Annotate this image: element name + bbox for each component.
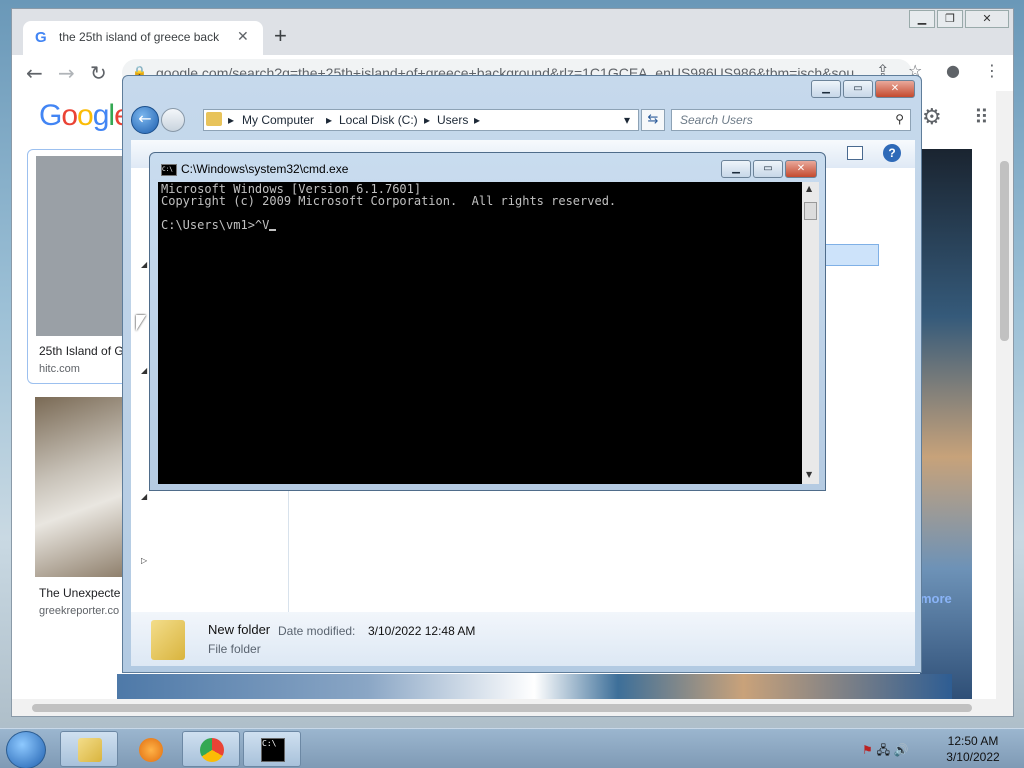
details-name: New folder (208, 622, 271, 637)
cmd-window: C:\ C:\Windows\system32\cmd.exe ▁ ▭ ✕ Mi… (149, 152, 826, 491)
mouse-pointer-icon (136, 315, 146, 331)
tab-title: the 25th island of greece backgro (59, 30, 219, 44)
cmd-icon[interactable]: C:\ (161, 164, 177, 176)
maximize-button[interactable]: ▭ (843, 80, 873, 98)
expand-arrow-icon[interactable]: ◢ (141, 260, 147, 269)
details-date-label: Date modified: (278, 624, 356, 638)
result-source: hitc.com (39, 363, 80, 375)
scroll-down-icon[interactable]: ▼ (806, 470, 812, 479)
search-placeholder: Search Users (680, 113, 753, 127)
vertical-scrollbar[interactable] (996, 91, 1013, 701)
details-type: File folder (208, 642, 261, 656)
google-g-icon: G (35, 29, 47, 46)
refresh-button[interactable]: ⇆ (641, 109, 665, 131)
system-tray[interactable]: ⚑ 🖧 🔊 (862, 741, 909, 762)
collapse-arrow-icon[interactable]: ▷ (141, 556, 147, 565)
forward-button[interactable] (161, 108, 185, 132)
search-input[interactable]: Search Users ⚲ (671, 109, 911, 131)
preview-pane-icon[interactable] (847, 146, 863, 160)
menu-kebab-icon[interactable]: ⋮ (984, 61, 1000, 80)
chrome-window-controls: ▁ ❐ ✕ (907, 10, 1009, 28)
minimize-button[interactable]: ▁ (909, 10, 935, 28)
horizontal-scrollbar[interactable] (12, 699, 1013, 716)
folder-icon (78, 738, 102, 762)
breadcrumb-users[interactable]: Users (437, 113, 468, 127)
close-button[interactable]: ✕ (965, 10, 1009, 28)
start-button[interactable] (6, 731, 46, 768)
cmd-window-controls: ▁ ▭ ✕ (719, 160, 817, 178)
clock[interactable]: 12:50 AM 3/10/2022 (940, 733, 1006, 765)
console-scrollbar[interactable]: ▲ ▼ (802, 182, 819, 484)
result-caption[interactable]: 25th Island of G (39, 344, 124, 358)
address-breadcrumb[interactable]: ▸ My Computer ▸ Local Disk (C:) ▸ Users … (203, 109, 639, 131)
maximize-button[interactable]: ❐ (937, 10, 963, 28)
chevron-right-icon[interactable]: ▸ (474, 113, 480, 127)
clock-date: 3/10/2022 (946, 750, 1000, 764)
breadcrumb-my-computer[interactable]: My Computer (242, 113, 314, 127)
minimize-button[interactable]: ▁ (811, 80, 841, 98)
apps-grid-icon[interactable]: ⠿ (974, 105, 989, 129)
console-prompt: C:\Users\vm1>^V (161, 218, 270, 232)
console-lines: Microsoft Windows [Version 6.1.7601] Copy… (161, 183, 616, 231)
result-source: greekreporter.co (39, 605, 120, 617)
result-thumbnail[interactable] (920, 149, 972, 709)
taskbar-cmd-button[interactable]: C:\ (243, 731, 301, 767)
new-tab-button[interactable]: + (274, 23, 287, 49)
cmd-title: C:\Windows\system32\cmd.exe (181, 162, 349, 176)
maximize-button[interactable]: ▭ (753, 160, 783, 178)
console-line: Copyright (c) 2009 Microsoft Corporation… (161, 194, 617, 208)
volume-icon[interactable]: 🔊 (894, 743, 909, 757)
forward-arrow-icon[interactable]: → (58, 61, 75, 85)
scroll-thumb[interactable] (804, 202, 817, 220)
result-thumbnail[interactable] (36, 156, 136, 336)
back-arrow-icon[interactable]: ← (26, 61, 43, 85)
search-icon[interactable]: ⚲ (895, 112, 904, 126)
console-prompt-line: C:\Users\vm1>^V (161, 219, 616, 231)
action-center-flag-icon[interactable]: ⚑ (862, 743, 873, 757)
chevron-right-icon[interactable]: ▸ (326, 113, 332, 127)
settings-gear-icon[interactable]: ⚙ (922, 105, 942, 130)
profile-avatar-icon[interactable]: ● (946, 61, 960, 80)
taskbar: C:\ ⚑ 🖧 🔊 12:50 AM 3/10/2022 (0, 728, 1024, 768)
cmd-icon: C:\ (261, 738, 285, 762)
help-icon[interactable]: ? (883, 144, 901, 162)
back-button[interactable]: ← (131, 106, 159, 134)
tab-close-icon[interactable]: ✕ (237, 28, 249, 45)
details-date-value: 3/10/2022 12:48 AM (368, 624, 476, 638)
taskbar-chrome-button[interactable] (182, 731, 240, 767)
scroll-thumb[interactable] (1000, 161, 1009, 341)
chevron-down-icon[interactable]: ▾ (624, 113, 630, 127)
taskbar-media-player-button[interactable] (121, 731, 179, 767)
selected-item[interactable] (823, 244, 879, 266)
more-link[interactable]: more (920, 591, 952, 606)
network-icon[interactable]: 🖧 (877, 743, 890, 757)
chevron-right-icon[interactable]: ▸ (424, 113, 430, 127)
media-player-icon (139, 738, 163, 762)
expand-arrow-icon[interactable]: ◢ (141, 366, 147, 375)
console-output[interactable]: Microsoft Windows [Version 6.1.7601] Copy… (158, 182, 819, 484)
chrome-icon (200, 738, 224, 762)
scroll-up-icon[interactable]: ▲ (806, 184, 812, 193)
google-logo[interactable]: Google (39, 99, 131, 133)
close-button[interactable]: ✕ (875, 80, 915, 98)
tab-strip: G the 25th island of greece backgro ✕ + … (12, 9, 1013, 55)
breadcrumb-local-disk[interactable]: Local Disk (C:) (339, 113, 418, 127)
chevron-right-icon[interactable]: ▸ (228, 113, 234, 127)
minimize-button[interactable]: ▁ (721, 160, 751, 178)
taskbar-explorer-button[interactable] (60, 731, 118, 767)
result-thumbnail[interactable] (35, 397, 135, 577)
expand-arrow-icon[interactable]: ◢ (141, 492, 147, 501)
clock-time: 12:50 AM (947, 734, 999, 748)
folder-icon (206, 112, 222, 126)
close-button[interactable]: ✕ (785, 160, 817, 178)
browser-tab[interactable]: G the 25th island of greece backgro ✕ (23, 21, 263, 55)
scroll-thumb[interactable] (32, 704, 972, 712)
folder-icon (151, 620, 185, 660)
reload-icon[interactable]: ↻ (90, 61, 107, 85)
explorer-window-controls: ▁ ▭ ✕ (809, 80, 915, 98)
result-caption[interactable]: The Unexpecte (39, 586, 120, 600)
text-cursor (269, 229, 277, 231)
details-pane: New folder Date modified: 3/10/2022 12:4… (131, 612, 915, 666)
